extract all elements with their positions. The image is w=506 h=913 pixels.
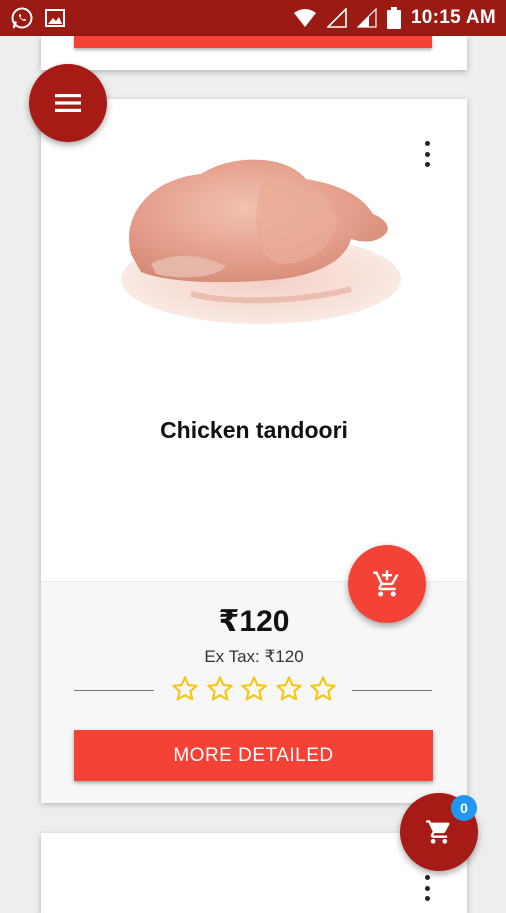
signal-icon [356,8,377,28]
signal-icon [326,8,347,28]
cart-count-badge: 0 [451,795,477,821]
divider [74,690,154,691]
star-icon [310,676,336,701]
product-card[interactable]: Chicken tandoori ₹120 Ex Tax: ₹120 MORE … [41,99,467,803]
more-options-icon[interactable] [423,875,431,901]
divider [352,690,432,691]
star-icon [275,676,302,701]
star-icon [206,676,233,701]
product-image [121,159,401,324]
status-time: 10:15 AM [410,7,496,28]
star-icon [172,676,198,701]
more-detailed-button[interactable] [74,36,432,48]
hamburger-menu-icon [55,94,81,112]
image-icon [44,8,66,28]
product-card-previous [41,36,467,70]
product-ex-tax: Ex Tax: ₹120 [204,647,304,666]
more-options-icon[interactable] [423,141,431,167]
status-bar: 10:15 AM [0,0,506,36]
battery-icon [386,7,401,29]
add-to-cart-button[interactable] [348,545,426,623]
rating-row [41,675,467,705]
menu-button[interactable] [29,64,107,142]
star-rating [171,675,337,705]
product-name: Chicken tandoori [160,417,348,443]
star-icon [241,676,267,701]
wifi-icon [293,8,317,28]
add-shopping-cart-icon [373,570,399,597]
more-detailed-button[interactable]: MORE DETAILED [74,730,433,781]
whatsapp-icon [10,6,34,30]
shopping-cart-icon [426,820,450,844]
